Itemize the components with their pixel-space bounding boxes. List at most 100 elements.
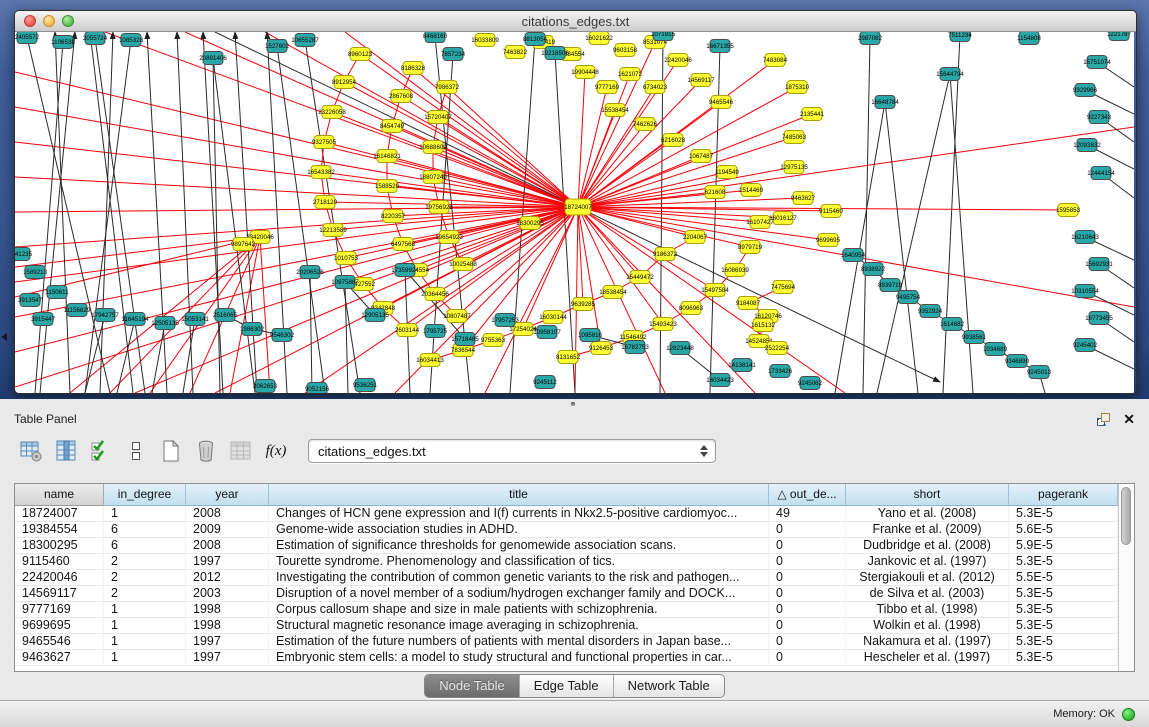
network-node[interactable]: 7986372 [435,81,460,94]
network-node[interactable]: 17942757 [91,309,119,322]
network-node[interactable]: 16034423 [706,374,734,387]
network-node[interactable]: 11645194 [121,313,149,326]
network-node[interactable]: 8960123 [348,48,373,61]
delete-table-button[interactable] [228,438,254,464]
column-header-name[interactable]: name [15,484,104,506]
memory-status-indicator[interactable] [1122,708,1135,721]
network-node[interactable]: 3913547 [18,294,43,307]
network-node[interactable]: 15751074 [1083,56,1111,69]
network-node[interactable]: 16033809 [471,34,499,47]
minimize-window-button[interactable] [43,15,55,27]
network-node[interactable]: 9115460 [819,205,843,218]
network-node[interactable]: 1527602 [265,40,290,53]
network-node[interactable]: 2135441 [800,108,825,121]
network-node[interactable]: 10958107 [533,326,561,339]
network-node[interactable]: 7511234 [948,32,972,42]
table-row[interactable]: 977716911998Corpus callosum shape and si… [15,602,1118,618]
network-node[interactable]: 12905135 [361,309,389,322]
network-node[interactable]: 9352924 [918,305,943,318]
network-window-titlebar[interactable]: citations_edges.txt [15,11,1136,32]
network-node[interactable]: 9126453 [589,342,614,355]
network-node[interactable]: 16648784 [871,96,899,109]
network-node[interactable]: 14569117 [687,74,715,87]
table-row[interactable]: 911546021997Tourette syndrome. Phenomeno… [15,554,1118,570]
network-node[interactable]: 1106538 [51,36,75,49]
network-node[interactable]: 1795725 [423,325,448,338]
network-node[interactable]: 9052156 [305,383,330,394]
network-node[interactable]: 9495754 [896,291,921,304]
network-node[interactable]: 22420046 [664,54,692,67]
close-panel-button[interactable]: ✕ [1123,412,1135,426]
network-node[interactable]: 1067487 [689,150,714,163]
network-node[interactable]: 9245013 [1027,366,1052,379]
network-node[interactable]: 18807249 [419,171,447,184]
create-column-button[interactable] [158,438,184,464]
network-node[interactable]: 8186328 [401,62,426,75]
column-header-short[interactable]: short [846,484,1009,506]
table-row[interactable]: 946554611997Estimation of the future num… [15,634,1118,650]
column-header-year[interactable]: year [186,484,269,506]
network-node[interactable]: 19756928 [425,201,453,214]
network-node[interactable]: 10310554 [1071,285,1099,298]
column-header-title[interactable]: title [269,484,769,506]
network-node[interactable]: 10807487 [443,310,471,323]
network-node[interactable]: 1733426 [768,365,793,378]
network-node[interactable]: 1194549 [715,166,739,179]
network-node[interactable]: 8096963 [679,302,704,315]
network-node[interactable]: 7485063 [782,131,807,144]
network-node[interactable]: 1986302 [240,323,265,336]
column-header-out_degree[interactable]: △ out_de... [769,484,846,506]
network-node[interactable]: 2867608 [389,90,414,103]
network-node[interactable]: 9327505 [312,136,337,149]
network-node[interactable]: 15538454 [601,104,629,117]
network-node[interactable]: 2516065 [213,309,238,322]
network-node[interactable]: 12093832 [1073,139,1101,152]
network-node[interactable]: 9245062 [798,377,823,390]
network-node[interactable]: 15692931 [1085,258,1113,271]
network-node[interactable]: 20891406 [199,52,227,65]
network-node[interactable]: 10025488 [449,258,477,271]
network-node[interactable]: 18538454 [599,286,627,299]
network-node[interactable]: 14138141 [728,359,756,372]
network-node[interactable]: 1010753 [334,252,359,265]
network-node[interactable]: 1614682 [940,318,965,331]
network-node[interactable]: 8979719 [738,241,763,254]
network-node[interactable]: 9536251 [353,379,378,392]
table-row[interactable]: 1456911722003Disruption of a novel membe… [15,586,1118,602]
network-node[interactable]: 16210643 [1071,231,1099,244]
panel-collapse-arrow-icon[interactable] [1,333,7,341]
network-node[interactable]: 8938922 [861,263,886,276]
network-node[interactable]: 12823448 [666,342,694,355]
network-node[interactable]: 9346890 [1005,355,1030,368]
network-node[interactable]: 9841235 [15,248,33,261]
network-node[interactable]: 1621072 [618,68,643,81]
network-node[interactable]: 1875310 [785,81,810,94]
network-node[interactable]: 19904448 [571,66,599,79]
table-row[interactable]: 969969511998Structural magnetic resonanc… [15,618,1118,634]
network-node[interactable]: 16021622 [585,32,613,45]
network-node[interactable]: 1150611 [45,286,69,299]
table-vertical-scrollbar[interactable] [1118,484,1134,671]
table-row[interactable]: 1938455462009Genome-wide association stu… [15,522,1118,538]
scrollbar-thumb[interactable] [1121,487,1131,545]
split-pane-divider[interactable] [0,399,1149,407]
network-node[interactable]: 15720407 [424,111,452,124]
network-node[interactable]: 16773455 [1085,312,1113,325]
network-node[interactable]: 16030144 [539,311,567,324]
tab-node-table[interactable]: Node Table [425,675,520,697]
network-node[interactable]: 7857234 [441,48,466,61]
network-node[interactable]: 2204067 [683,231,708,244]
network-node[interactable]: 1154808 [1017,32,1041,45]
network-node[interactable]: 15053141 [181,313,209,326]
network-node[interactable]: 2405572 [15,32,40,44]
network-node[interactable]: 9777169 [595,81,620,94]
tab-edge-table[interactable]: Edge Table [520,675,614,697]
network-node[interactable]: 20206526 [296,266,324,279]
network-table-select[interactable]: citations_edges.txt [308,439,716,463]
network-node[interactable]: 8220357 [381,210,406,223]
network-node[interactable]: 9245402 [1073,339,1098,352]
network-node[interactable]: 15493423 [649,318,677,331]
network-node[interactable]: 12444154 [1087,167,1115,180]
network-node[interactable]: 16782753 [621,341,649,354]
network-node[interactable]: 23226058 [318,106,346,119]
